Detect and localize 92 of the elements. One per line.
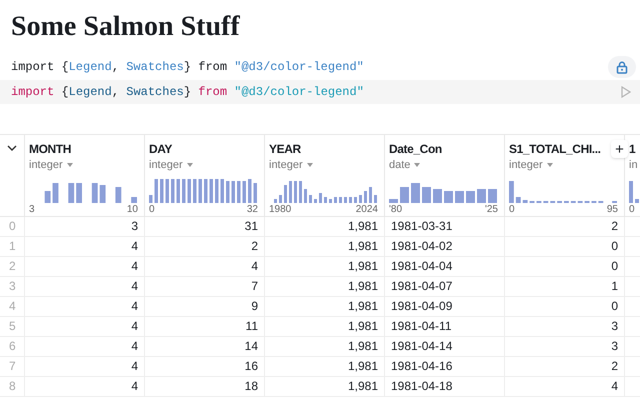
column-type[interactable]: integer	[149, 157, 183, 173]
column-type[interactable]: date	[389, 157, 410, 173]
table-cell: 14	[244, 339, 258, 353]
table-cell: 2	[611, 359, 618, 373]
table-cell: 0	[611, 239, 618, 253]
table-cell: 1981-04-18	[391, 379, 452, 393]
axis-max-label: 10	[126, 204, 138, 216]
dropdown-icon	[414, 163, 420, 167]
table-cell: 1,981	[348, 379, 378, 393]
axis-max-label: 95	[606, 204, 618, 216]
chevron-down-icon	[7, 145, 17, 151]
table-cell: 1981-04-16	[391, 359, 452, 373]
table-cell: 1981-03-31	[391, 219, 452, 233]
table-cell: 1,981	[348, 339, 378, 353]
row-index: 2	[9, 259, 16, 273]
table-cell: 3	[131, 219, 138, 233]
table-cell: 9	[251, 299, 258, 313]
table-cell: 1,981	[348, 359, 378, 373]
table-cell: 0	[611, 299, 618, 313]
column-type[interactable]: in	[629, 157, 638, 173]
column-type[interactable]: integer	[509, 157, 543, 173]
row-index: 8	[9, 379, 16, 393]
table-cell: 4	[131, 379, 138, 393]
table-cell: 1981-04-09	[391, 299, 452, 313]
table-cell: 1,981	[348, 279, 378, 293]
table-cell: 1981-04-04	[391, 259, 452, 273]
column-type[interactable]: integer	[29, 157, 63, 173]
table-cell: 3	[611, 339, 618, 353]
axis-min-label: '80	[389, 204, 402, 216]
table-cell: 1981-04-02	[391, 239, 452, 253]
table-cell: 7	[251, 279, 258, 293]
column-header[interactable]: MONTH	[29, 141, 71, 157]
axis-max-label: 32	[246, 204, 258, 216]
table-cell: 1,981	[348, 299, 378, 313]
table-cell: 1	[611, 279, 618, 293]
table-cell: 1981-04-14	[391, 339, 452, 353]
column-header[interactable]: S1_TOTAL_CHI...	[509, 141, 601, 157]
dropdown-icon	[546, 163, 553, 167]
table-cell: 4	[251, 259, 258, 273]
table-cell: 11	[246, 319, 258, 333]
table-cell: 2	[251, 239, 258, 253]
table-cell: 18	[244, 379, 258, 393]
table-cell: 16	[244, 359, 258, 373]
add-column-button[interactable]: +	[611, 140, 628, 158]
table-cell: 4	[131, 299, 138, 313]
column-header[interactable]: DAY	[149, 141, 172, 157]
table-cell: 1,981	[348, 319, 378, 333]
axis-min-label: 0	[509, 204, 515, 216]
dropdown-icon	[66, 163, 73, 167]
table-cell: 3	[611, 319, 618, 333]
column-header[interactable]: YEAR	[269, 141, 301, 157]
column-header[interactable]: Date_Con	[389, 141, 442, 157]
table-cell: 4	[131, 279, 138, 293]
table-cell: 4	[131, 239, 138, 253]
row-index: 1	[9, 239, 16, 253]
row-index: 7	[9, 359, 16, 373]
code-editor[interactable]: import {Legend, Swatches} from "@d3/color-legend"	[0, 80, 640, 104]
table-cell: 4	[131, 339, 138, 353]
axis-min-label: 1980	[269, 204, 292, 216]
table-cell: 0	[611, 259, 618, 273]
dropdown-icon	[306, 163, 313, 167]
column-type[interactable]: integer	[269, 157, 303, 173]
axis-min-label: 0	[629, 204, 635, 216]
table-cell: 4	[611, 379, 618, 393]
table-cell: 4	[131, 359, 138, 373]
axis-min-label: 3	[29, 204, 35, 216]
collapse-button[interactable]	[6, 143, 18, 153]
page-title: Some Salmon Stuff	[10, 10, 241, 44]
row-index: 0	[9, 219, 16, 233]
table-cell: 1,981	[348, 259, 378, 273]
code-output: import {Legend, Swatches} from "@d3/color-legend"	[11, 59, 364, 75]
axis-max-label: 2024	[356, 204, 378, 216]
row-index: 4	[9, 299, 16, 313]
table-cell: 1,981	[348, 219, 378, 233]
row-index: 3	[9, 279, 16, 293]
table-cell: 4	[131, 259, 138, 273]
table-cell: 2	[611, 219, 618, 233]
play-icon	[621, 86, 631, 98]
table-cell: 1981-04-07	[391, 279, 452, 293]
table-cell: 31	[244, 219, 258, 233]
row-index: 5	[9, 319, 16, 333]
axis-max-label: '25	[484, 204, 498, 216]
lock-button[interactable]	[608, 56, 636, 78]
axis-min-label: 0	[149, 204, 155, 216]
table-cell: 1,981	[348, 239, 378, 253]
lock-icon	[616, 60, 628, 74]
table-cell: 1981-04-11	[391, 319, 452, 333]
row-index: 6	[9, 339, 16, 353]
code-source: import {Legend, Swatches} from "@d3/color-legend"	[11, 84, 364, 100]
dropdown-icon	[186, 163, 193, 167]
table-cell: 4	[131, 319, 138, 333]
column-header[interactable]: 1	[629, 141, 636, 157]
